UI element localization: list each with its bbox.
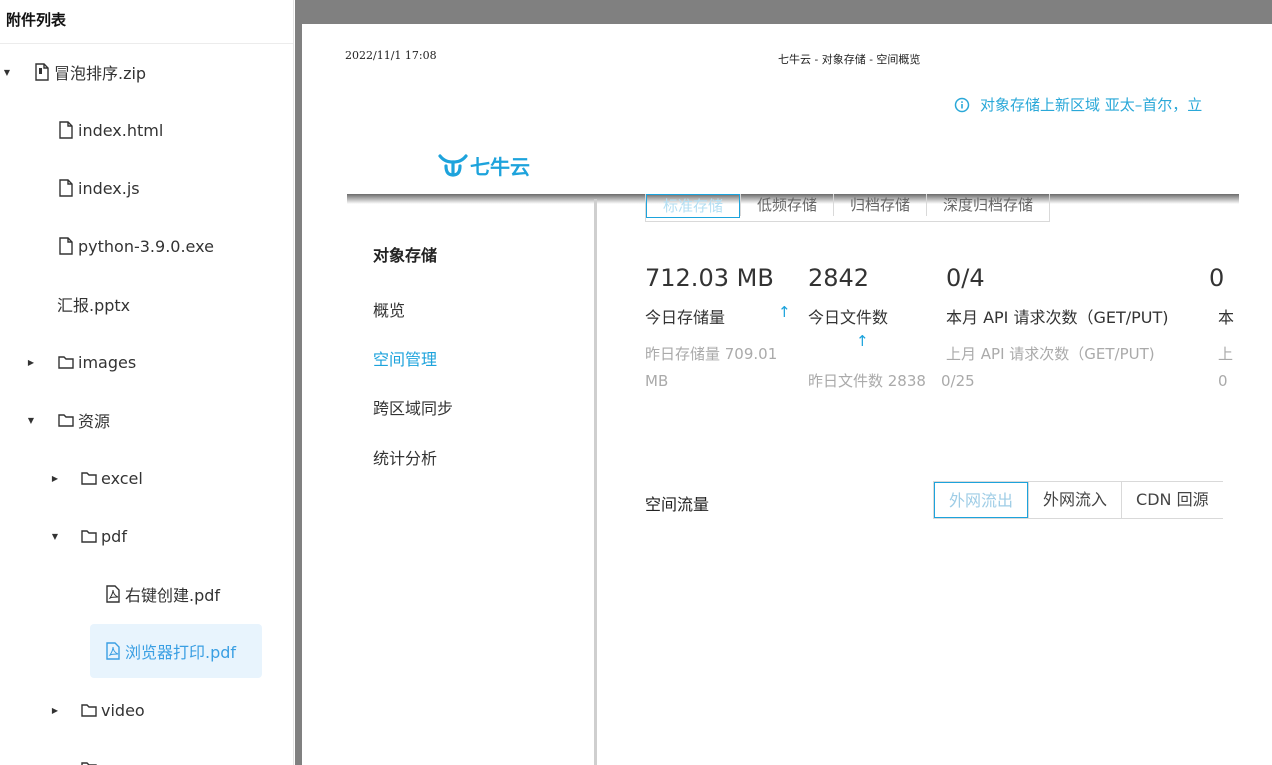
attachment-sidebar: 附件列表 ▼ 冒泡排序.zip index.html index.js pyth… — [0, 0, 294, 765]
stat-storage-label: 今日存储量 — [645, 308, 726, 327]
stat-fourth-sub-value: 0 — [1218, 372, 1228, 390]
nav-item-bucket-management[interactable]: 空间管理 — [373, 346, 437, 370]
tree-item-label: images — [78, 352, 137, 372]
tree-item-index-html[interactable]: index.html — [0, 110, 163, 150]
notice-text: 对象存储上新区域 亚太–首尔，立 — [980, 96, 1203, 114]
file-icon — [34, 63, 50, 81]
stat-storage-yesterday: 昨日存储量 709.01 — [645, 345, 778, 363]
stat-storage-value: 712.03 MB — [645, 264, 774, 292]
stat-fourth-sub: 上 — [1218, 345, 1234, 363]
tree-item-pptx[interactable]: 汇报.pptx — [0, 284, 130, 324]
tree-item-zip[interactable]: ▼ 冒泡排序.zip — [0, 52, 146, 92]
qiniu-logo: 七牛云 — [438, 151, 530, 180]
tree-item-images[interactable]: ▶ images — [0, 342, 136, 382]
tree-item-label: video — [101, 700, 145, 720]
nav-item-statistics[interactable]: 统计分析 — [373, 445, 437, 469]
nav-item-overview[interactable]: 概览 — [373, 297, 405, 321]
stat-storage-yesterday-unit: MB — [645, 372, 669, 390]
traffic-title: 空间流量 — [645, 495, 710, 514]
caret-down-icon[interactable]: ▼ — [2, 68, 12, 77]
nav-item-cross-region-sync[interactable]: 跨区域同步 — [373, 395, 453, 419]
folder-icon — [58, 411, 74, 429]
folder-icon — [81, 469, 97, 487]
stat-api-last-month: 上月 API 请求次数（GET/PUT) — [946, 345, 1155, 363]
tree-item-video[interactable]: ▶ video — [0, 690, 145, 730]
tree-item-label: index.html — [78, 120, 164, 140]
caret-down-icon[interactable]: ▼ — [26, 416, 36, 425]
file-icon — [58, 179, 74, 197]
folder-icon — [81, 527, 97, 545]
arrow-up-icon: ↑ — [778, 303, 791, 321]
traffic-tabs: 外网流出 外网流入 CDN 回源 — [933, 481, 1223, 519]
stat-fourth-value: 0 — [1209, 264, 1225, 292]
tree-item-index-js[interactable]: index.js — [0, 168, 140, 208]
tree-item-excel[interactable]: ▶ excel — [0, 458, 143, 498]
stat-api-last-month-value: 0/25 — [941, 372, 975, 390]
tree-item-label: 浏览器打印.pdf — [125, 643, 237, 662]
tab-inbound-traffic[interactable]: 外网流入 — [1028, 482, 1121, 518]
caret-right-icon[interactable]: ▶ — [26, 358, 36, 367]
nav-heading: 对象存储 — [373, 246, 438, 265]
arrow-up-icon: ↑ — [856, 332, 869, 350]
tab-deep-archive-storage[interactable]: 深度归档存储 — [926, 194, 1049, 216]
tab-low-frequency-storage[interactable]: 低频存储 — [740, 194, 833, 216]
folder-icon — [58, 353, 74, 371]
storage-type-tabs: 标准存储 低频存储 归档存储 深度归档存储 — [645, 194, 1051, 222]
tree-item-browser-print-pdf[interactable]: 浏览器打印.pdf — [90, 624, 262, 678]
logo-text: 七牛云 — [470, 155, 530, 179]
qiniu-logo-icon — [438, 153, 468, 177]
file-icon — [58, 237, 74, 255]
sidebar-title: 附件列表 — [0, 0, 293, 44]
tree-item-partial[interactable]: ▶ — [0, 748, 101, 765]
tab-standard-storage[interactable]: 标准存储 — [646, 194, 741, 218]
tree-item-resources[interactable]: ▼ 资源 — [0, 400, 110, 440]
stat-files-value: 2842 — [808, 264, 870, 292]
print-date: 2022/11/1 17:08 — [345, 49, 437, 62]
pdf-viewer[interactable]: 2022/11/1 17:08 七牛云 - 对象存储 - 空间概览 对象存储上新… — [295, 0, 1272, 765]
tree-item-label: 汇报.pptx — [57, 296, 131, 315]
file-icon — [58, 121, 74, 139]
tab-outbound-traffic[interactable]: 外网流出 — [934, 482, 1029, 518]
tree-item-label: index.js — [78, 178, 140, 198]
stat-fourth-label: 本 — [1218, 308, 1235, 327]
caret-right-icon[interactable]: ▶ — [50, 706, 60, 715]
service-nav: 对象存储 概览 空间管理 跨区域同步 统计分析 — [347, 199, 597, 765]
folder-icon — [81, 759, 97, 765]
tree-item-right-click-pdf[interactable]: 右键创建.pdf — [0, 574, 220, 614]
stat-api-label: 本月 API 请求次数（GET/PUT) — [946, 308, 1169, 327]
stat-files-yesterday: 昨日文件数 2838 — [808, 372, 926, 390]
tab-cdn-origin[interactable]: CDN 回源 — [1121, 482, 1223, 518]
tree-item-label: 右键创建.pdf — [125, 586, 221, 605]
tree-item-pdf-folder[interactable]: ▼ pdf — [0, 516, 127, 556]
pdf-icon — [105, 585, 121, 603]
pdf-icon — [105, 642, 121, 660]
tree-item-python-exe[interactable]: python-3.9.0.exe — [0, 226, 214, 266]
caret-right-icon[interactable]: ▶ — [50, 474, 60, 483]
notice-banner[interactable]: 对象存储上新区域 亚太–首尔，立 — [954, 94, 1202, 115]
overview-content: 标准存储 低频存储 归档存储 深度归档存储 712.03 MB 今日存储量 ↑ … — [620, 194, 1240, 765]
print-title: 七牛云 - 对象存储 - 空间概览 — [778, 53, 921, 66]
pdf-page: 2022/11/1 17:08 七牛云 - 对象存储 - 空间概览 对象存储上新… — [302, 24, 1272, 765]
info-icon — [954, 97, 970, 112]
tree-item-label: excel — [101, 468, 143, 488]
tree-item-label: pdf — [101, 526, 127, 546]
caret-down-icon[interactable]: ▼ — [50, 532, 60, 541]
tab-archive-storage[interactable]: 归档存储 — [833, 194, 926, 216]
tree-item-label: 冒泡排序.zip — [54, 64, 147, 83]
stat-files-label: 今日文件数 — [808, 308, 889, 327]
folder-icon — [81, 701, 97, 719]
stat-api-value: 0/4 — [946, 264, 985, 292]
tree-item-label: python-3.9.0.exe — [78, 236, 214, 256]
tree-item-label: 资源 — [78, 412, 111, 431]
